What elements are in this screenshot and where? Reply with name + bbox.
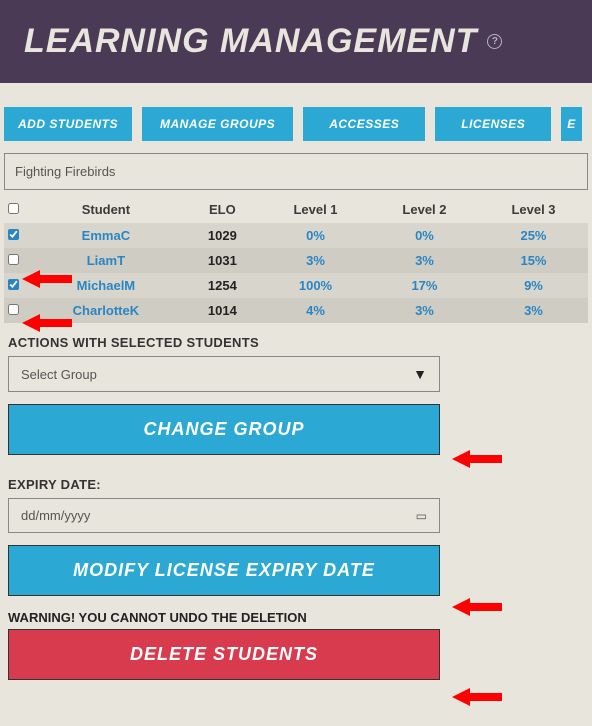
calendar-icon: ▭ xyxy=(416,509,427,523)
expiry-label: EXPIRY DATE: xyxy=(8,477,584,492)
students-table: Student ELO Level 1 Level 2 Level 3 Emma… xyxy=(4,196,588,323)
table-header-row: Student ELO Level 1 Level 2 Level 3 xyxy=(4,196,588,223)
col-elo: ELO xyxy=(184,196,261,223)
student-link[interactable]: CharlotteK xyxy=(73,303,139,318)
change-group-label: CHANGE GROUP xyxy=(143,419,304,439)
elo-cell: 1029 xyxy=(184,223,261,248)
col-student: Student xyxy=(28,196,184,223)
table-row: EmmaC10290%0%25% xyxy=(4,223,588,248)
students-table-wrap: Student ELO Level 1 Level 2 Level 3 Emma… xyxy=(4,196,588,323)
tab-extra[interactable]: E xyxy=(561,107,582,141)
tab-bar: ADD STUDENTS MANAGE GROUPS ACCESSES LICE… xyxy=(0,83,592,153)
tab-manage-groups[interactable]: MANAGE GROUPS xyxy=(142,107,293,141)
help-icon[interactable]: ? xyxy=(487,34,502,49)
elo-cell: 1014 xyxy=(184,298,261,323)
chevron-down-icon: ▼ xyxy=(413,366,427,382)
tab-licenses[interactable]: LICENSES xyxy=(435,107,551,141)
elo-cell: 1031 xyxy=(184,248,261,273)
row-checkbox[interactable] xyxy=(8,279,19,290)
table-row: LiamT10313%3%15% xyxy=(4,248,588,273)
student-link[interactable]: MichaelM xyxy=(77,278,136,293)
row-checkbox[interactable] xyxy=(8,254,19,265)
l1-cell: 0% xyxy=(261,223,370,248)
group-select-placeholder: Select Group xyxy=(21,367,97,382)
modify-expiry-button[interactable]: MODIFY LICENSE EXPIRY DATE xyxy=(8,545,440,596)
actions-section: ACTIONS WITH SELECTED STUDENTS Select Gr… xyxy=(0,323,592,680)
elo-cell: 1254 xyxy=(184,273,261,298)
col-l2: Level 2 xyxy=(370,196,479,223)
l2-cell: 3% xyxy=(370,248,479,273)
delete-students-label: DELETE STUDENTS xyxy=(130,644,318,664)
delete-warning: WARNING! YOU CANNOT UNDO THE DELETION xyxy=(8,610,584,625)
page-header: LEARNING MANAGEMENT ? xyxy=(0,0,592,83)
group-name-field[interactable]: Fighting Firebirds xyxy=(4,153,588,190)
select-all-checkbox[interactable] xyxy=(8,203,19,214)
tab-add-students[interactable]: ADD STUDENTS xyxy=(4,107,132,141)
row-checkbox[interactable] xyxy=(8,229,19,240)
page-title: LEARNING MANAGEMENT xyxy=(24,22,477,61)
l3-cell: 3% xyxy=(479,298,588,323)
modify-expiry-label: MODIFY LICENSE EXPIRY DATE xyxy=(73,560,375,580)
col-l3: Level 3 xyxy=(479,196,588,223)
l1-cell: 4% xyxy=(261,298,370,323)
select-all-cell xyxy=(4,196,28,223)
group-select[interactable]: Select Group ▼ xyxy=(8,356,440,392)
row-checkbox[interactable] xyxy=(8,304,19,315)
tab-accesses[interactable]: ACCESSES xyxy=(303,107,425,141)
l3-cell: 9% xyxy=(479,273,588,298)
l2-cell: 3% xyxy=(370,298,479,323)
arrow-icon xyxy=(452,686,502,708)
table-row: CharlotteK10144%3%3% xyxy=(4,298,588,323)
l3-cell: 25% xyxy=(479,223,588,248)
table-row: MichaelM 1254100%17%9% xyxy=(4,273,588,298)
l1-cell: 100% xyxy=(261,273,370,298)
col-l1: Level 1 xyxy=(261,196,370,223)
l3-cell: 15% xyxy=(479,248,588,273)
l2-cell: 17% xyxy=(370,273,479,298)
group-name-text: Fighting Firebirds xyxy=(15,164,115,179)
expiry-date-placeholder: dd/mm/yyyy xyxy=(21,508,90,523)
delete-students-button[interactable]: DELETE STUDENTS xyxy=(8,629,440,680)
change-group-button[interactable]: CHANGE GROUP xyxy=(8,404,440,455)
l1-cell: 3% xyxy=(261,248,370,273)
student-link[interactable]: LiamT xyxy=(87,253,125,268)
expiry-date-input[interactable]: dd/mm/yyyy ▭ xyxy=(8,498,440,533)
actions-heading: ACTIONS WITH SELECTED STUDENTS xyxy=(8,335,584,350)
student-link[interactable]: EmmaC xyxy=(82,228,130,243)
l2-cell: 0% xyxy=(370,223,479,248)
